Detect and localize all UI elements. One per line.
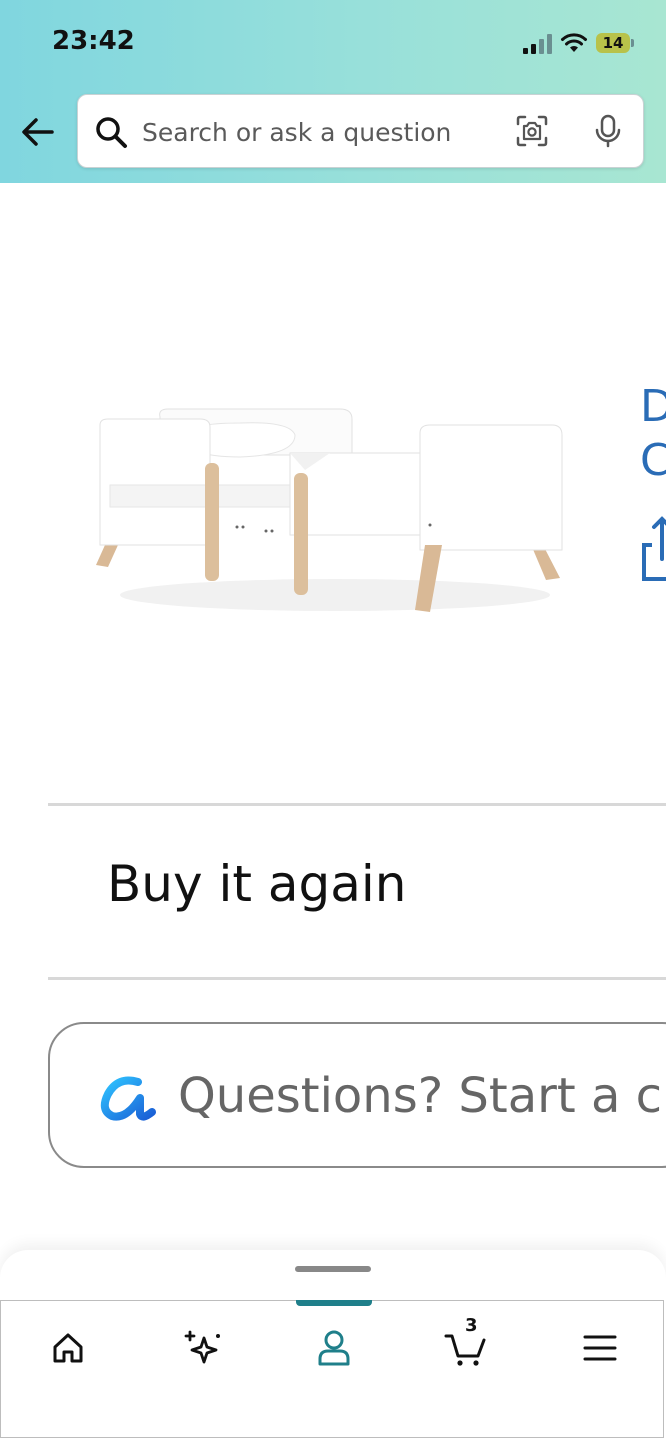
- back-button[interactable]: [18, 112, 58, 152]
- active-tab-indicator: [296, 1300, 372, 1306]
- sheet-grabber[interactable]: [295, 1266, 371, 1272]
- search-bar[interactable]: [77, 94, 644, 168]
- battery-indicator: 14: [596, 33, 634, 53]
- rufus-question-button[interactable]: Questions? Start a c: [48, 1022, 666, 1168]
- search-icon: [96, 117, 127, 148]
- camera-search-icon[interactable]: [514, 113, 550, 149]
- product-image[interactable]: [90, 395, 570, 635]
- nav-rufus[interactable]: [177, 1323, 227, 1373]
- search-input[interactable]: [140, 113, 484, 151]
- share-icon[interactable]: [640, 515, 666, 581]
- nav-home[interactable]: [43, 1323, 93, 1373]
- section-divider: [48, 977, 666, 980]
- nav-menu[interactable]: [575, 1323, 625, 1373]
- product-title-partial[interactable]: D C: [640, 380, 666, 488]
- bottom-sheet: 3: [0, 1250, 666, 1440]
- app-header: 23:42 14: [0, 0, 666, 183]
- section-divider: [48, 803, 666, 806]
- menu-icon: [583, 1335, 617, 1361]
- home-icon: [53, 1333, 83, 1363]
- rufus-prompt-text: Questions? Start a c: [178, 1068, 663, 1124]
- wifi-icon: [561, 33, 587, 52]
- cellular-signal-icon: [523, 32, 552, 54]
- bottom-navigation: 3: [0, 1300, 664, 1438]
- sparkle-icon: [184, 1330, 220, 1364]
- cart-count-badge: 3: [465, 1315, 478, 1336]
- microphone-icon[interactable]: [590, 112, 626, 150]
- status-time: 23:42: [52, 26, 135, 56]
- account-icon: [318, 1330, 350, 1366]
- rufus-ai-icon: [100, 1076, 156, 1121]
- buy-it-again-link[interactable]: Buy it again: [107, 855, 406, 913]
- nav-account[interactable]: [309, 1323, 359, 1373]
- status-icons: 14: [523, 28, 634, 58]
- back-arrow-icon: [22, 118, 54, 146]
